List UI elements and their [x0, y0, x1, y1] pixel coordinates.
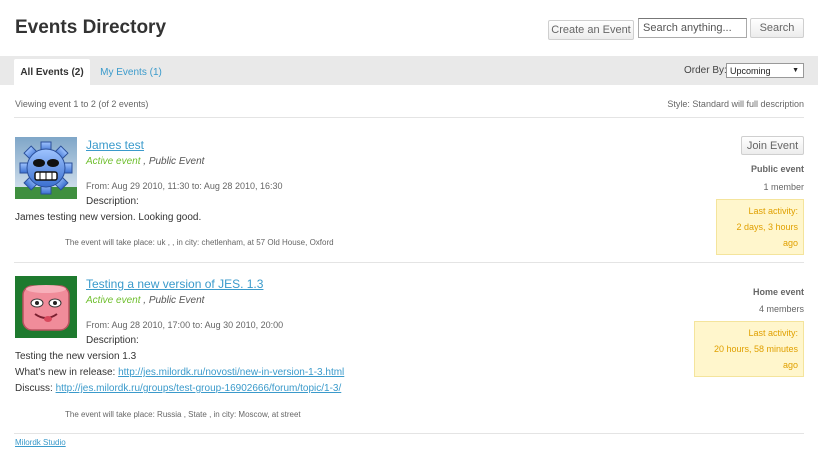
description-label: Description: [86, 196, 139, 207]
style-note: Style: Standard will full description [667, 99, 804, 109]
whats-new-line: What's new in release: http://jes.milord… [15, 367, 344, 378]
whats-new-label: What's new in release: [15, 367, 119, 378]
active-status: Active event [86, 295, 141, 306]
event-privacy: , Public Event [143, 156, 205, 167]
divider [14, 117, 804, 118]
tab-my-events[interactable]: My Events (1) [95, 59, 167, 85]
last-activity-value: 20 hours, 58 minutes ago [713, 344, 798, 370]
divider [14, 262, 804, 263]
create-event-button[interactable]: Create an Event [548, 20, 634, 40]
event-privacy: , Public Event [143, 295, 205, 306]
event-title-link[interactable]: James test [86, 138, 144, 152]
whats-new-link[interactable]: http://jes.milordk.ru/novosti/new-in-ver… [118, 367, 344, 378]
tab-all-events[interactable]: All Events (2) [14, 59, 90, 85]
tab-bar: All Events (2) My Events (1) Order By: U… [0, 56, 818, 85]
divider [14, 433, 804, 434]
search-input[interactable] [638, 18, 747, 38]
event-dates: From: Aug 29 2010, 11:30 to: Aug 28 2010… [86, 181, 283, 191]
footer-link[interactable]: Milordk Studio [15, 438, 66, 447]
event-location: The event will take place: uk , , in cit… [65, 238, 334, 247]
last-activity-box: Last activity: 2 days, 3 hours ago [716, 199, 804, 255]
chevron-down-icon: ▼ [792, 67, 799, 74]
event-type: Public event [750, 164, 804, 174]
member-count: 1 member [763, 182, 804, 192]
discuss-line: Discuss: http://jes.milordk.ru/groups/te… [15, 383, 341, 394]
discuss-label: Discuss: [15, 383, 56, 394]
join-event-button[interactable]: Join Event [741, 136, 804, 155]
pink-face-icon[interactable] [15, 276, 77, 338]
discuss-link[interactable]: http://jes.milordk.ru/groups/test-group-… [56, 383, 342, 394]
last-activity-label: Last activity: [748, 206, 798, 216]
active-status: Active event [86, 156, 141, 167]
event-description: Testing the new version 1.3 [15, 351, 137, 362]
last-activity-value: 2 days, 3 hours ago [736, 222, 798, 248]
last-activity-box: Last activity: 20 hours, 58 minutes ago [694, 321, 804, 377]
order-by-label: Order By: [684, 65, 727, 76]
description-label: Description: [86, 335, 139, 346]
event-status: Active event , Public Event [86, 295, 204, 306]
page-title: Events Directory [15, 17, 167, 38]
viewing-summary: Viewing event 1 to 2 (of 2 events) [15, 99, 149, 109]
last-activity-label: Last activity: [748, 328, 798, 338]
event-dates: From: Aug 28 2010, 17:00 to: Aug 30 2010… [86, 320, 284, 330]
event-description: James testing new version. Looking good. [15, 212, 202, 223]
event-title-link[interactable]: Testing a new version of JES. 1.3 [86, 277, 263, 291]
search-button[interactable]: Search [750, 18, 804, 38]
gear-face-icon[interactable] [15, 137, 77, 199]
order-by-value: Upcoming [730, 65, 771, 76]
event-location: The event will take place: Russia , Stat… [65, 410, 301, 419]
event-status: Active event , Public Event [86, 156, 204, 167]
member-count: 4 members [758, 304, 804, 314]
event-type: Home event [752, 287, 804, 297]
order-by-select[interactable]: Upcoming ▼ [726, 63, 804, 78]
